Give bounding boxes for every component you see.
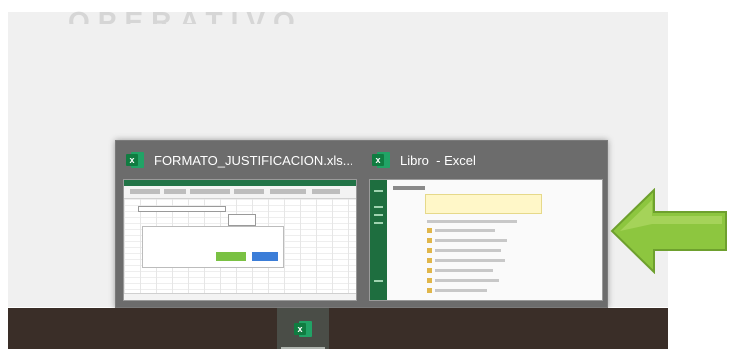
workbook-preview-image[interactable] xyxy=(123,179,357,301)
excel-start-preview-image[interactable] xyxy=(369,179,603,301)
taskbar-thumbnail-preview: x FORMATO_JUSTIFICACION.xls... x Libro -… xyxy=(115,140,608,308)
excel-icon: x xyxy=(372,151,390,169)
taskbar: x xyxy=(8,308,668,349)
thumbnail-formato-justificacion[interactable]: x FORMATO_JUSTIFICACION.xls... xyxy=(118,141,358,307)
left-arrow-icon xyxy=(610,188,727,274)
thumbnail-header: x FORMATO_JUSTIFICACION.xls... xyxy=(126,149,352,171)
taskbar-excel-button[interactable]: x xyxy=(277,308,329,349)
thumbnail-header: x Libro - Excel xyxy=(372,149,598,171)
thumbnail-libro-excel[interactable]: x Libro - Excel xyxy=(364,141,604,307)
background-banner-text: OPERATIVO xyxy=(68,6,303,24)
excel-icon: x xyxy=(294,320,312,338)
thumbnail-title: Libro - Excel xyxy=(400,152,476,168)
excel-icon: x xyxy=(126,151,144,169)
thumbnail-title: FORMATO_JUSTIFICACION.xls... xyxy=(154,152,352,168)
